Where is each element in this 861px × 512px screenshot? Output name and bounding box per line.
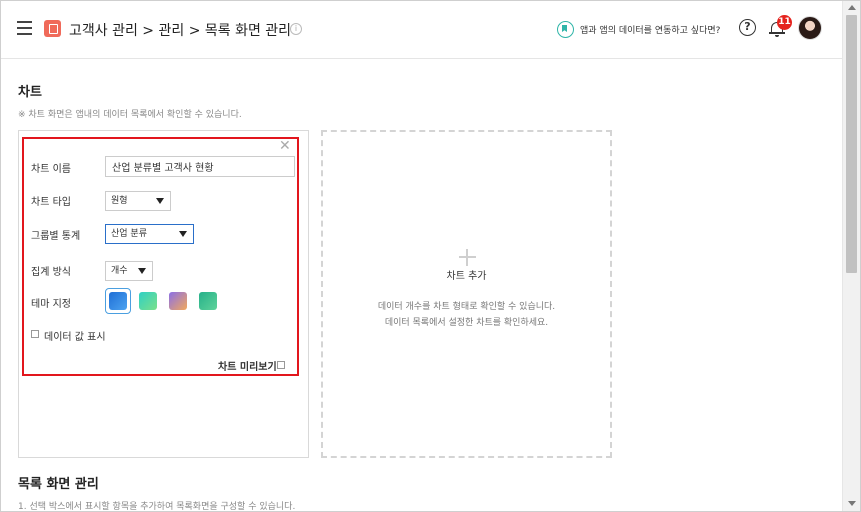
add-chart-desc-line2: 데이터 목록에서 설정한 차트를 확인하세요. — [384, 318, 549, 328]
plus-icon — [459, 249, 476, 266]
add-chart-desc-line1: 데이터 개수를 차트 형태로 확인할 수 있습니다. — [377, 302, 556, 312]
scroll-down-arrow-icon[interactable] — [848, 501, 856, 506]
group-stat-value: 산업 분류 — [111, 229, 147, 239]
show-values-label: 데이터 값 표시 — [44, 332, 106, 343]
notification-badge: 11 — [777, 15, 792, 30]
group-stat-select[interactable]: 산업 분류 — [105, 224, 194, 244]
menu-icon[interactable] — [17, 21, 32, 35]
chart-type-select[interactable]: 원형 — [105, 191, 171, 211]
theme-swatch-teal-green[interactable] — [139, 292, 157, 310]
chart-section-description: ※ 차트 화면은 앱내의 데이터 목록에서 확인할 수 있습니다. — [18, 110, 242, 120]
aggregate-select[interactable]: 개수 — [105, 261, 153, 281]
group-stat-label: 그룹별 통계 — [31, 231, 81, 242]
scroll-up-arrow-icon[interactable] — [848, 5, 856, 10]
theme-swatch-green[interactable] — [199, 292, 217, 310]
integration-link-label: 앱과 앱의 데이터를 연동하고 싶다면? — [580, 26, 721, 36]
theme-swatch-purple-orange[interactable] — [169, 292, 187, 310]
chart-section-title: 차트 — [18, 85, 42, 100]
avatar[interactable] — [798, 16, 822, 40]
close-icon[interactable]: ✕ — [279, 139, 291, 153]
chart-name-label: 차트 이름 — [31, 164, 71, 175]
theme-swatch-blue[interactable] — [109, 292, 127, 310]
aggregate-value: 개수 — [111, 266, 128, 276]
scrollbar-thumb[interactable] — [846, 15, 857, 273]
bookmark-icon — [557, 21, 574, 38]
chart-type-label: 차트 타입 — [31, 197, 71, 208]
info-icon[interactable]: i — [290, 23, 302, 35]
show-values-checkbox[interactable] — [31, 330, 39, 338]
chart-type-value: 원형 — [111, 196, 128, 206]
chevron-down-icon — [156, 198, 164, 204]
list-section-title: 목록 화면 관리 — [18, 477, 99, 492]
vertical-scrollbar[interactable] — [842, 1, 860, 511]
theme-label: 테마 지정 — [31, 299, 71, 310]
help-icon[interactable]: ? — [739, 19, 756, 36]
list-section-description: 1. 선택 박스에서 표시할 항목을 추가하여 목록화면을 구성할 수 있습니다… — [18, 502, 296, 512]
add-chart-title: 차트 추가 — [446, 271, 487, 282]
aggregate-label: 집계 방식 — [31, 267, 71, 278]
chevron-down-icon — [179, 231, 187, 237]
breadcrumb: 고객사 관리 > 관리 > 목록 화면 관리 — [69, 23, 292, 39]
chevron-down-icon — [138, 268, 146, 274]
integration-link[interactable]: 앱과 앱의 데이터를 연동하고 싶다면? — [557, 21, 720, 38]
chart-name-input[interactable] — [105, 156, 295, 177]
chart-preview-label: 차트 미리보기 — [218, 362, 277, 373]
add-chart-panel[interactable] — [321, 130, 612, 458]
chart-preview-checkbox[interactable] — [277, 361, 285, 369]
app-icon — [44, 20, 61, 37]
